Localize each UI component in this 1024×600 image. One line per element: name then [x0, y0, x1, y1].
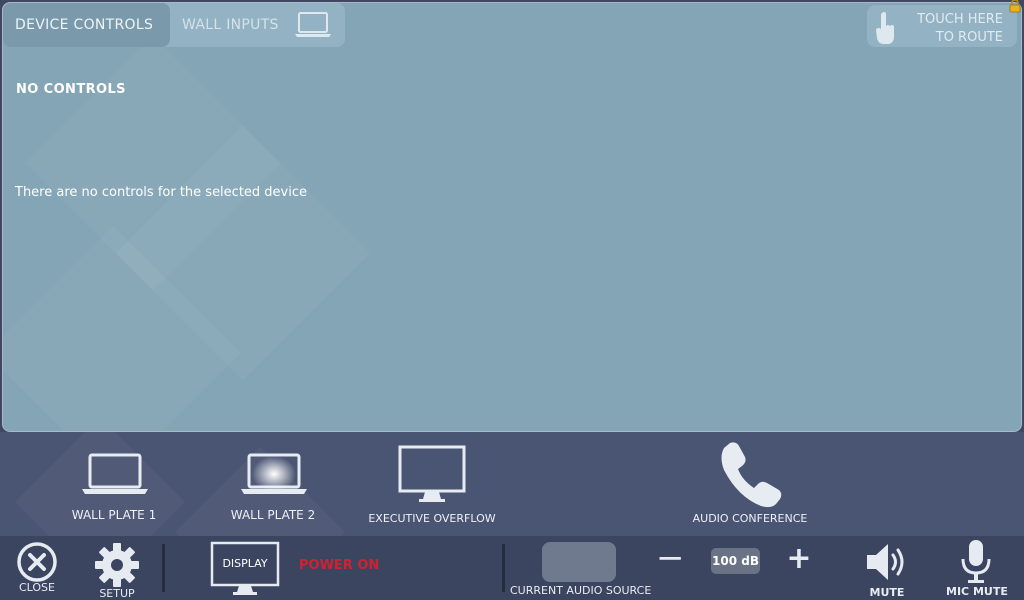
source-bar: WALL PLATE 1 WALL PLATE 2 EXECUTIVE OVER… — [0, 432, 1024, 536]
volume-down-button[interactable]: − — [656, 541, 685, 575]
microphone-icon — [961, 540, 991, 583]
source-label: WALL PLATE 2 — [230, 508, 316, 522]
display-button[interactable]: DISPLAY — [210, 541, 280, 597]
close-icon — [17, 542, 57, 582]
current-audio-source-display[interactable] — [542, 542, 616, 582]
lock-icon[interactable] — [1008, 0, 1022, 13]
gear-icon — [95, 543, 139, 587]
tab-bar: DEVICE CONTROLS WALL INPUTS — [3, 3, 345, 47]
tab-wall-inputs[interactable]: WALL INPUTS — [170, 3, 345, 47]
tab-label: DEVICE CONTROLS — [15, 17, 154, 33]
laptop-icon — [241, 453, 307, 494]
close-button[interactable]: CLOSE — [14, 541, 60, 594]
mute-label: MUTE — [869, 586, 905, 599]
phone-icon — [721, 442, 782, 508]
source-executive-overflow[interactable]: EXECUTIVE OVERFLOW — [366, 432, 498, 536]
source-label: WALL PLATE 1 — [71, 508, 157, 522]
setup-button[interactable]: SETUP — [92, 542, 142, 600]
speaker-icon — [867, 544, 904, 580]
mic-mute-label: MIC MUTE — [946, 585, 1008, 598]
route-text-line2: TO ROUTE — [935, 30, 1003, 45]
volume-level: 100 dB — [711, 548, 760, 574]
tab-label: WALL INPUTS — [182, 17, 279, 33]
mic-mute-button[interactable]: MIC MUTE — [946, 539, 1008, 598]
laptop-icon — [294, 12, 331, 37]
source-label: EXECUTIVE OVERFLOW — [368, 512, 496, 525]
minus-icon: − — [656, 538, 685, 578]
route-text-line1: TOUCH HERE — [917, 12, 1003, 27]
bottom-control-bar: CLOSE SETUP DISPLAY POWER ON CURRENT AUD… — [0, 536, 1024, 600]
touch-to-route-button[interactable]: TOUCH HERE TO ROUTE — [867, 5, 1017, 47]
mute-button[interactable]: MUTE — [860, 540, 914, 599]
source-wall-plate-2[interactable]: WALL PLATE 2 — [214, 432, 332, 536]
close-label: CLOSE — [18, 581, 55, 594]
monitor-icon — [398, 445, 466, 502]
source-audio-conference[interactable]: AUDIO CONFERENCE — [688, 432, 812, 536]
tab-device-controls[interactable]: DEVICE CONTROLS — [3, 3, 170, 47]
hand-pointer-icon — [876, 12, 894, 44]
source-label: AUDIO CONFERENCE — [692, 512, 808, 525]
no-controls-heading: NO CONTROLS — [16, 82, 126, 97]
divider — [162, 544, 165, 592]
laptop-icon — [82, 453, 148, 494]
device-controls-panel: DEVICE CONTROLS WALL INPUTS TOUCH HERE T… — [2, 2, 1022, 432]
source-wall-plate-1[interactable]: WALL PLATE 1 — [55, 432, 173, 536]
plus-icon: + — [786, 541, 812, 576]
current-audio-source-label-wrap: CURRENT AUDIO SOURCE — [510, 584, 652, 597]
volume-up-button[interactable]: + — [786, 544, 812, 574]
divider — [502, 544, 505, 592]
setup-label: SETUP — [99, 587, 135, 600]
display-label: DISPLAY — [222, 557, 268, 570]
no-controls-message: There are no controls for the selected d… — [15, 185, 307, 200]
power-status: POWER ON — [299, 558, 380, 573]
current-audio-source-label: CURRENT AUDIO SOURCE — [510, 584, 652, 597]
